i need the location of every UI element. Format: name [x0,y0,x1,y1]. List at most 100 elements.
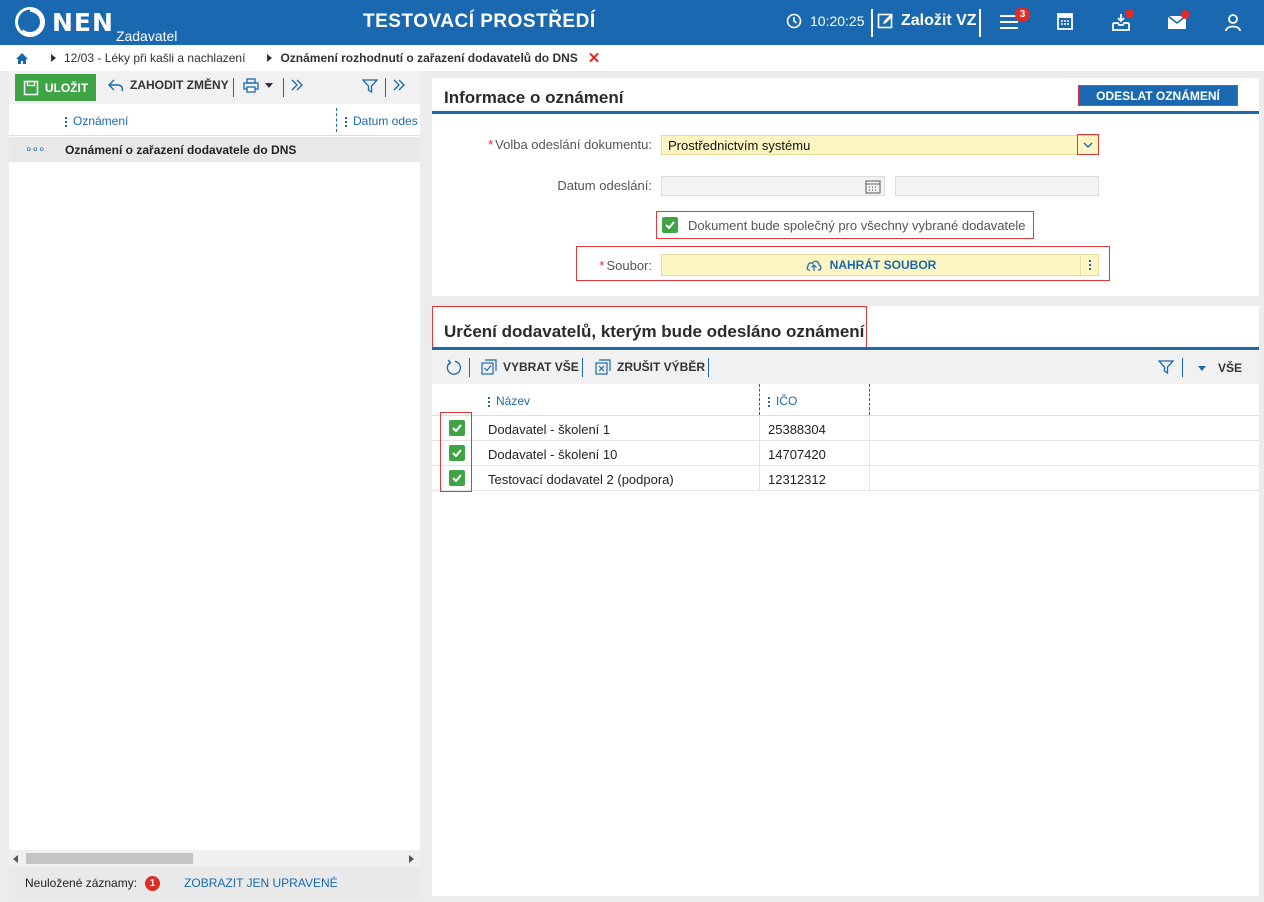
upload-file-button[interactable]: NAHRÁT SOUBOR [661,254,1081,276]
select-all-label: VYBRAT VŠE [503,360,579,374]
save-button[interactable]: ULOŽIT [15,74,96,101]
send-time-input[interactable] [895,176,1099,196]
user-icon [1225,14,1241,32]
common-document-checkbox[interactable] [662,217,678,233]
supplier-name: Dodavatel - školení 1 [488,422,611,437]
send-notice-button[interactable]: ODESLAT OZNÁMENÍ [1078,85,1238,106]
section-title: Určení dodavatelů, kterým bude odesláno … [444,322,865,341]
column-header-name[interactable]: Název [488,394,530,408]
discard-changes-button[interactable]: ZAHODIT ZMĚNY [108,78,229,92]
column-divider[interactable] [759,384,760,415]
column-header-name-label: Název [496,394,531,408]
environment-title: TESTOVACÍ PROSTŘEDÍ [363,11,596,32]
select-all-button[interactable]: VYBRAT VŠE [481,359,579,375]
save-label: ULOŽIT [44,80,89,95]
breadcrumb-arrow-icon [51,54,56,62]
toolbar-separator [385,78,386,97]
supplier-ico: 25388304 [768,422,826,437]
left-footer: Neuložené záznamy: 1 ZOBRAZIT JEN UPRAVE… [9,867,420,899]
column-header-ico[interactable]: IČO [768,394,797,408]
table-row[interactable]: Dodavatel - školení 1 25388304 [432,416,1259,441]
row-options-icon[interactable]: ∘∘∘ [25,142,46,156]
close-icon[interactable]: ✕ [588,49,601,67]
column-menu-icon[interactable] [768,396,770,407]
unsaved-count-badge: 1 [145,875,161,891]
supplier-name: Dodavatel - školení 10 [488,447,618,462]
logo-ring-icon [15,7,45,37]
suppliers-card: Určení dodavatelů, kterým bude odesláno … [432,306,1259,896]
inbox-notification-dot [1125,9,1134,18]
double-chevron-right-icon [291,79,303,91]
calendar-icon[interactable] [865,179,881,194]
clear-selection-button[interactable]: ZRUŠIT VÝBĚR [595,359,705,375]
send-mode-select[interactable]: Prostřednictvím systému [661,135,1099,155]
common-document-checkbox-row[interactable]: Dokument bude společný pro všechny vybra… [656,211,1034,239]
horizontal-scrollbar[interactable] [9,850,420,867]
table-row[interactable]: Dodavatel - školení 10 14707420 [432,441,1259,466]
breadcrumb-parent[interactable]: 12/03 - Léky při kašli a nachlazení [64,51,245,65]
suppliers-toolbar: VYBRAT VŠE ZRUŠIT VÝBĚR VŠE [432,351,1259,384]
unsaved-records-label: Neuložené záznamy: [25,876,138,890]
expand-button[interactable] [290,78,304,92]
column-header-notice[interactable]: Oznámení [65,114,128,128]
column-header-send-date[interactable]: Datum odes [345,114,418,128]
double-chevron-right-icon [393,79,405,91]
logo[interactable]: NEN Zadavatel [14,6,177,44]
supplier-ico: 12312312 [768,472,826,487]
send-date-input[interactable] [661,176,885,196]
send-date-label: Datum odeslání: [557,178,652,193]
column-menu-icon[interactable] [65,116,67,127]
column-header-send-date-label: Datum odes [353,114,418,128]
upload-file-label: NAHRÁT SOUBOR [829,258,937,272]
scroll-left-icon[interactable] [13,855,18,863]
toolbar-separator [708,358,709,377]
table-row[interactable]: Testovací dodavatel 2 (podpora) 12312312 [432,466,1259,491]
cell-divider [869,416,870,441]
filter-scope-label: VŠE [1218,361,1243,375]
filter-button[interactable] [1158,359,1174,375]
column-divider[interactable] [869,384,870,415]
print-menu-button[interactable] [243,78,273,93]
column-header-notice-label: Oznámení [73,114,129,128]
show-modified-only-link[interactable]: ZOBRAZIT JEN UPRAVENÉ [184,876,338,890]
column-menu-icon[interactable] [488,396,490,407]
notice-info-card: Informace o oznámení ODESLAT OZNÁMENÍ * V… [432,78,1259,296]
collapse-panel-button[interactable] [392,78,406,92]
user-button[interactable] [1222,11,1246,35]
column-menu-icon[interactable] [345,116,347,127]
filter-button[interactable] [362,78,378,94]
home-icon[interactable] [15,52,29,65]
calculator-icon [1057,13,1073,30]
supplier-ico: 14707420 [768,447,826,462]
list-item[interactable]: ∘∘∘ Oznámení o zařazení dodavatele do DN… [9,137,420,162]
edit-icon [877,13,893,29]
supplier-name: Testovací dodavatel 2 (podpora) [488,472,674,487]
filter-scope-dropdown[interactable]: VŠE [1198,361,1242,375]
cell-divider [869,441,870,466]
toolbar-separator [582,358,583,377]
scrollbar-thumb[interactable] [26,853,193,864]
cloud-upload-icon [806,260,822,271]
scroll-right-icon[interactable] [409,855,414,863]
clock-time: 10:20:25 [810,13,865,29]
send-mode-label: * Volba odeslání dokumentu: [488,137,652,152]
chevron-down-icon [1083,142,1093,148]
session-clock: 10:20:25 [786,13,865,29]
cell-divider [759,466,760,491]
section-title: Informace o oznámení [444,88,624,107]
clock-icon [786,13,802,29]
logo-subtitle: Zadavatel [115,28,178,44]
clear-selection-icon [595,359,611,375]
toolbar-separator [979,9,981,37]
filter-icon [1158,360,1174,375]
refresh-button[interactable] [445,359,462,376]
common-document-label: Dokument bude společný pro všechny vybra… [688,217,1026,233]
create-tender-button[interactable]: Založit VZ [877,12,977,30]
calculator-button[interactable] [1055,11,1079,35]
upload-options-button[interactable] [1081,254,1099,276]
column-divider[interactable] [336,108,337,132]
send-mode-dropdown-button[interactable] [1077,134,1099,155]
mail-notification-dot [1181,10,1190,19]
left-grid-header: Oznámení Datum odes [9,104,420,136]
toolbar-separator [283,78,284,97]
